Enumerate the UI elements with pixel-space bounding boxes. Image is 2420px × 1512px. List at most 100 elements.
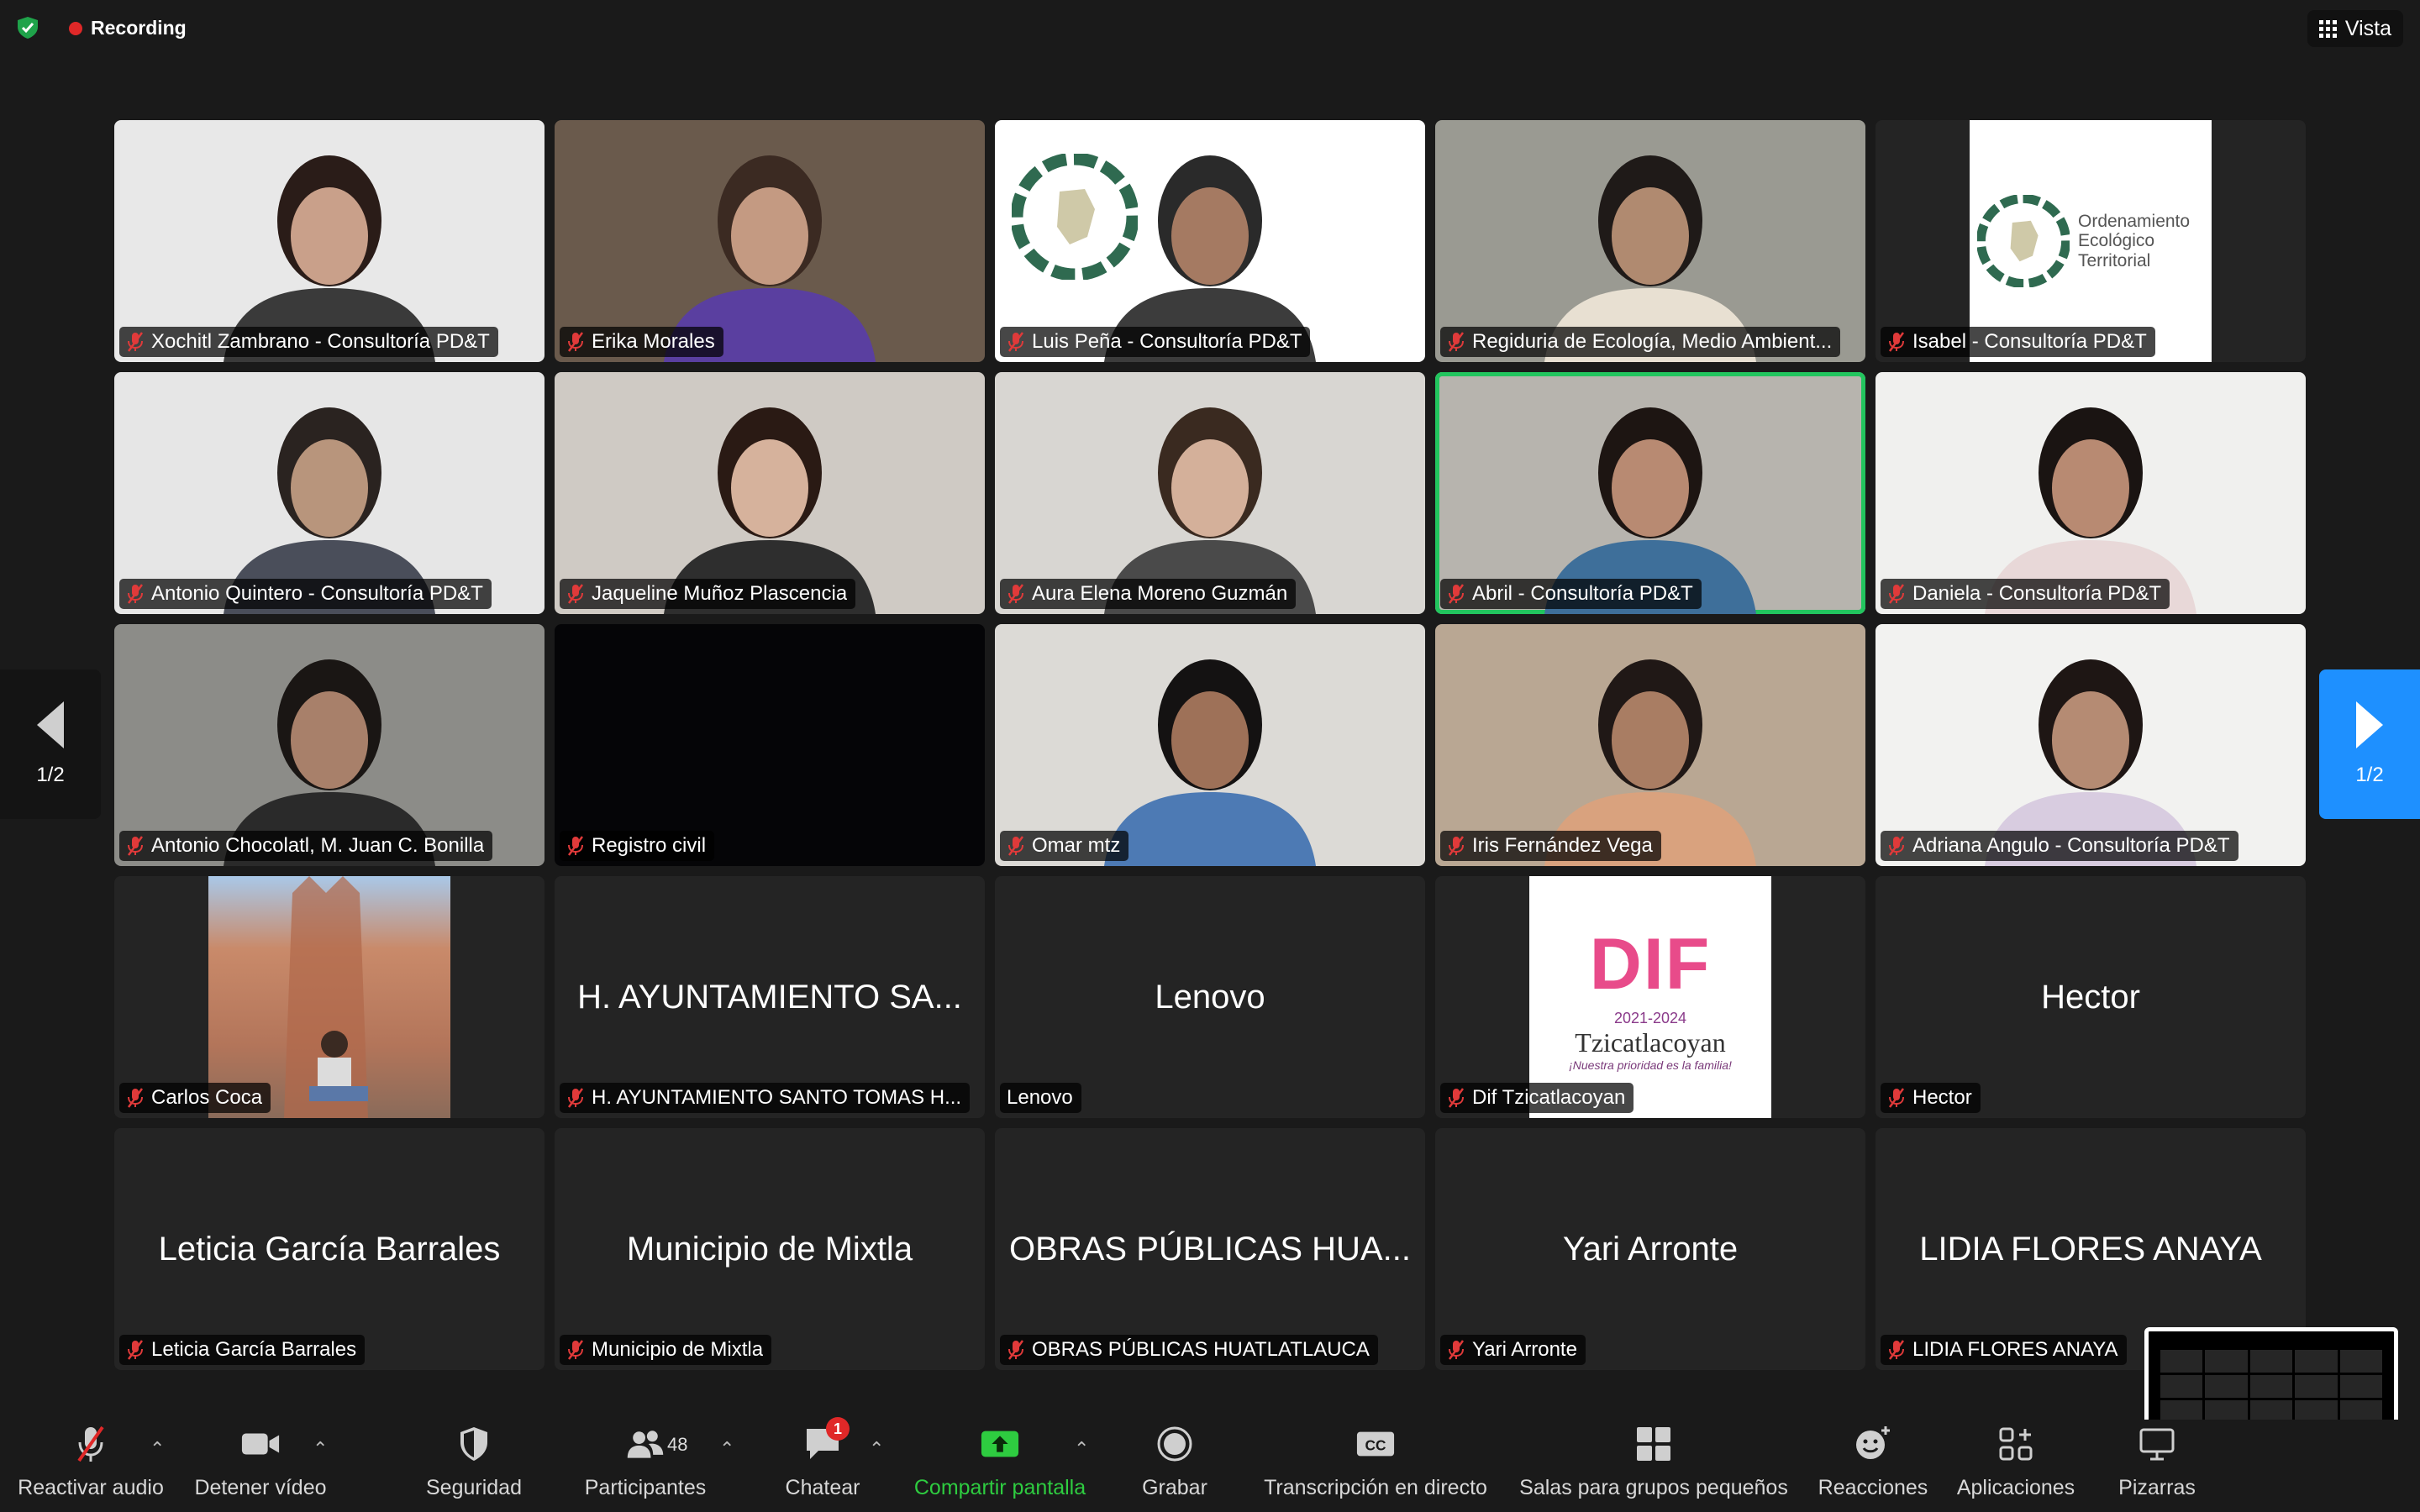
participant-name-label: Jaqueline Muñoz Plascencia xyxy=(560,579,856,609)
audio-options-chevron-icon[interactable]: ⌃ xyxy=(150,1438,165,1460)
participant-tile[interactable]: Luis Peña - Consultoría PD&T xyxy=(995,120,1425,362)
mic-muted-icon xyxy=(1887,583,1906,605)
participant-video xyxy=(1435,372,1865,614)
mic-off-icon xyxy=(71,1424,111,1464)
participant-tile[interactable]: Erika Morales xyxy=(555,120,985,362)
participant-display-name: Yari Arronte xyxy=(1562,1230,1739,1268)
participant-name-label: Erika Morales xyxy=(560,327,723,357)
participant-tile[interactable]: Hector Hector xyxy=(1876,876,2306,1118)
participant-name-label: Aura Elena Moreno Guzmán xyxy=(1000,579,1297,609)
profile-picture xyxy=(208,876,450,1118)
reactions-label: Reacciones xyxy=(1818,1476,1928,1499)
previous-page-button[interactable]: 1/2 xyxy=(0,669,101,819)
participant-name: Antonio Quintero - Consultoría PD&T xyxy=(151,582,483,605)
participant-tile[interactable]: DIF 2021-2024 Tzicatlacoyan ¡Nuestra priori… xyxy=(1435,876,1865,1118)
participant-tile[interactable]: Carlos Coca xyxy=(114,876,544,1118)
participant-tile[interactable]: Registro civil xyxy=(555,624,985,866)
participant-name: Dif Tzicatlacoyan xyxy=(1472,1086,1626,1109)
participant-tile[interactable]: Daniela - Consultoría PD&T xyxy=(1876,372,2306,614)
mic-muted-icon xyxy=(1447,1087,1465,1109)
participant-tile[interactable]: Xochitl Zambrano - Consultoría PD&T xyxy=(114,120,544,362)
security-button[interactable]: Seguridad xyxy=(415,1420,533,1512)
participant-tile[interactable]: Regiduria de Ecología, Medio Ambient... xyxy=(1435,120,1865,362)
participant-tile[interactable]: Abril - Consultoría PD&T xyxy=(1435,372,1865,614)
participant-video xyxy=(1876,372,2306,614)
thumbnail-cell xyxy=(2160,1374,2203,1398)
participant-tile[interactable]: Leticia García Barrales Leticia García Ba… xyxy=(114,1128,544,1370)
reactions-button[interactable]: Reacciones xyxy=(1812,1420,1934,1512)
participant-video xyxy=(1435,624,1865,866)
participant-tile[interactable]: H. AYUNTAMIENTO SA... H. AYUNTAMIENTO SAN… xyxy=(555,876,985,1118)
mic-muted-icon xyxy=(1007,1339,1025,1361)
chat-bubble-icon: 1 xyxy=(802,1417,850,1464)
participant-tile[interactable]: OBRAS PÚBLICAS HUA... OBRAS PÚBLICAS HUAT… xyxy=(995,1128,1425,1370)
participant-name-label: Daniela - Consultoría PD&T xyxy=(1881,579,2170,609)
chat-options-chevron-icon[interactable]: ⌃ xyxy=(869,1438,884,1460)
encryption-shield-icon[interactable] xyxy=(15,15,40,40)
chat-unread-badge: 1 xyxy=(826,1417,850,1441)
view-button[interactable]: Vista xyxy=(2307,10,2403,47)
stop-video-button[interactable]: Detener vídeo xyxy=(187,1420,334,1512)
smiley-icon xyxy=(1853,1424,1893,1464)
thumbnail-cell xyxy=(2295,1374,2338,1398)
participant-display-name: H. AYUNTAMIENTO SA... xyxy=(577,978,962,1016)
participant-name: Antonio Chocolatl, M. Juan C. Bonilla xyxy=(151,834,485,857)
mic-muted-icon xyxy=(1887,1339,1906,1361)
breakout-rooms-label: Salas para grupos pequeños xyxy=(1519,1476,1788,1499)
participant-display-name: Municipio de Mixtla xyxy=(626,1230,913,1268)
participant-name-label: Yari Arronte xyxy=(1440,1335,1586,1365)
apps-button[interactable]: Aplicaciones xyxy=(1948,1420,2084,1512)
participant-name: Isabel - Consultoría PD&T xyxy=(1912,330,2147,353)
mic-muted-icon xyxy=(1007,583,1025,605)
chat-button[interactable]: 1 Chatear xyxy=(766,1417,879,1512)
participants-count: 48 xyxy=(667,1434,688,1455)
participant-name: Jaqueline Muñoz Plascencia xyxy=(592,582,848,605)
breakout-rooms-button[interactable]: Salas para grupos pequeños xyxy=(1516,1420,1791,1512)
security-label: Seguridad xyxy=(426,1476,522,1499)
recording-indicator[interactable]: Recording xyxy=(69,17,187,39)
unmute-button[interactable]: Reactivar audio xyxy=(15,1420,166,1512)
share-screen-button[interactable]: Compartir pantalla xyxy=(906,1420,1094,1512)
participant-tile[interactable]: Municipio de Mixtla Municipio de Mixtla xyxy=(555,1128,985,1370)
participants-label: Participantes xyxy=(584,1476,707,1499)
participant-name-label: OBRAS PÚBLICAS HUATLATLAUCA xyxy=(1000,1335,1378,1365)
participant-name: Regiduria de Ecología, Medio Ambient... xyxy=(1472,330,1833,353)
thumbnail-cell xyxy=(2249,1374,2293,1398)
participant-name: Leticia García Barrales xyxy=(151,1338,357,1361)
participant-tile[interactable]: Jaqueline Muñoz Plascencia xyxy=(555,372,985,614)
mic-muted-icon xyxy=(566,1339,585,1361)
mic-muted-icon xyxy=(566,583,585,605)
meeting-toolbar: Reactivar audio ⌃ Detener vídeo ⌃ Seguri… xyxy=(0,1417,2420,1512)
participants-button[interactable]: 48 Participantes xyxy=(571,1420,719,1512)
participant-tile[interactable]: Antonio Quintero - Consultoría PD&T xyxy=(114,372,544,614)
participant-tile[interactable]: Antonio Chocolatl, M. Juan C. Bonilla xyxy=(114,624,544,866)
next-page-button[interactable]: 1/2 xyxy=(2319,669,2420,819)
participant-tile[interactable]: Omar mtz xyxy=(995,624,1425,866)
participant-tile[interactable]: Iris Fernández Vega xyxy=(1435,624,1865,866)
participants-options-chevron-icon[interactable]: ⌃ xyxy=(719,1438,734,1460)
live-transcription-label: Transcripción en directo xyxy=(1264,1476,1487,1499)
mic-muted-icon xyxy=(1447,1339,1465,1361)
dif-city: Tzicatlacoyan xyxy=(1575,1026,1726,1058)
participant-display-name: Leticia García Barrales xyxy=(158,1230,501,1268)
participant-tile[interactable]: Adriana Angulo - Consultoría PD&T xyxy=(1876,624,2306,866)
whiteboards-button[interactable]: Pizarras xyxy=(2102,1420,2212,1512)
dif-brand: DIF xyxy=(1589,923,1712,1005)
participant-tile[interactable]: Lenovo Lenovo xyxy=(995,876,1425,1118)
share-options-chevron-icon[interactable]: ⌃ xyxy=(1074,1438,1089,1460)
participant-name-label: Carlos Coca xyxy=(119,1083,271,1113)
dif-years: 2021-2024 xyxy=(1613,1009,1687,1026)
participant-name: Registro civil xyxy=(592,834,707,857)
participant-name-label: Luis Peña - Consultoría PD&T xyxy=(1000,327,1311,357)
participant-tile[interactable]: Ordenamiento Ecológico Territorial Isabel… xyxy=(1876,120,2306,362)
participants-icon: 48 xyxy=(625,1424,687,1464)
live-transcription-button[interactable]: CC Transcripción en directo xyxy=(1255,1420,1496,1512)
thumbnail-cell xyxy=(2249,1350,2293,1373)
record-button[interactable]: Grabar xyxy=(1124,1420,1225,1512)
video-options-chevron-icon[interactable]: ⌃ xyxy=(313,1438,328,1460)
thumbnail-cell xyxy=(2160,1350,2203,1373)
participant-tile[interactable]: Yari Arronte Yari Arronte xyxy=(1435,1128,1865,1370)
arrow-right-icon xyxy=(2356,701,2383,748)
dif-logo: DIF 2021-2024 Tzicatlacoyan ¡Nuestra priori… xyxy=(1529,876,1771,1118)
participant-tile[interactable]: Aura Elena Moreno Guzmán xyxy=(995,372,1425,614)
